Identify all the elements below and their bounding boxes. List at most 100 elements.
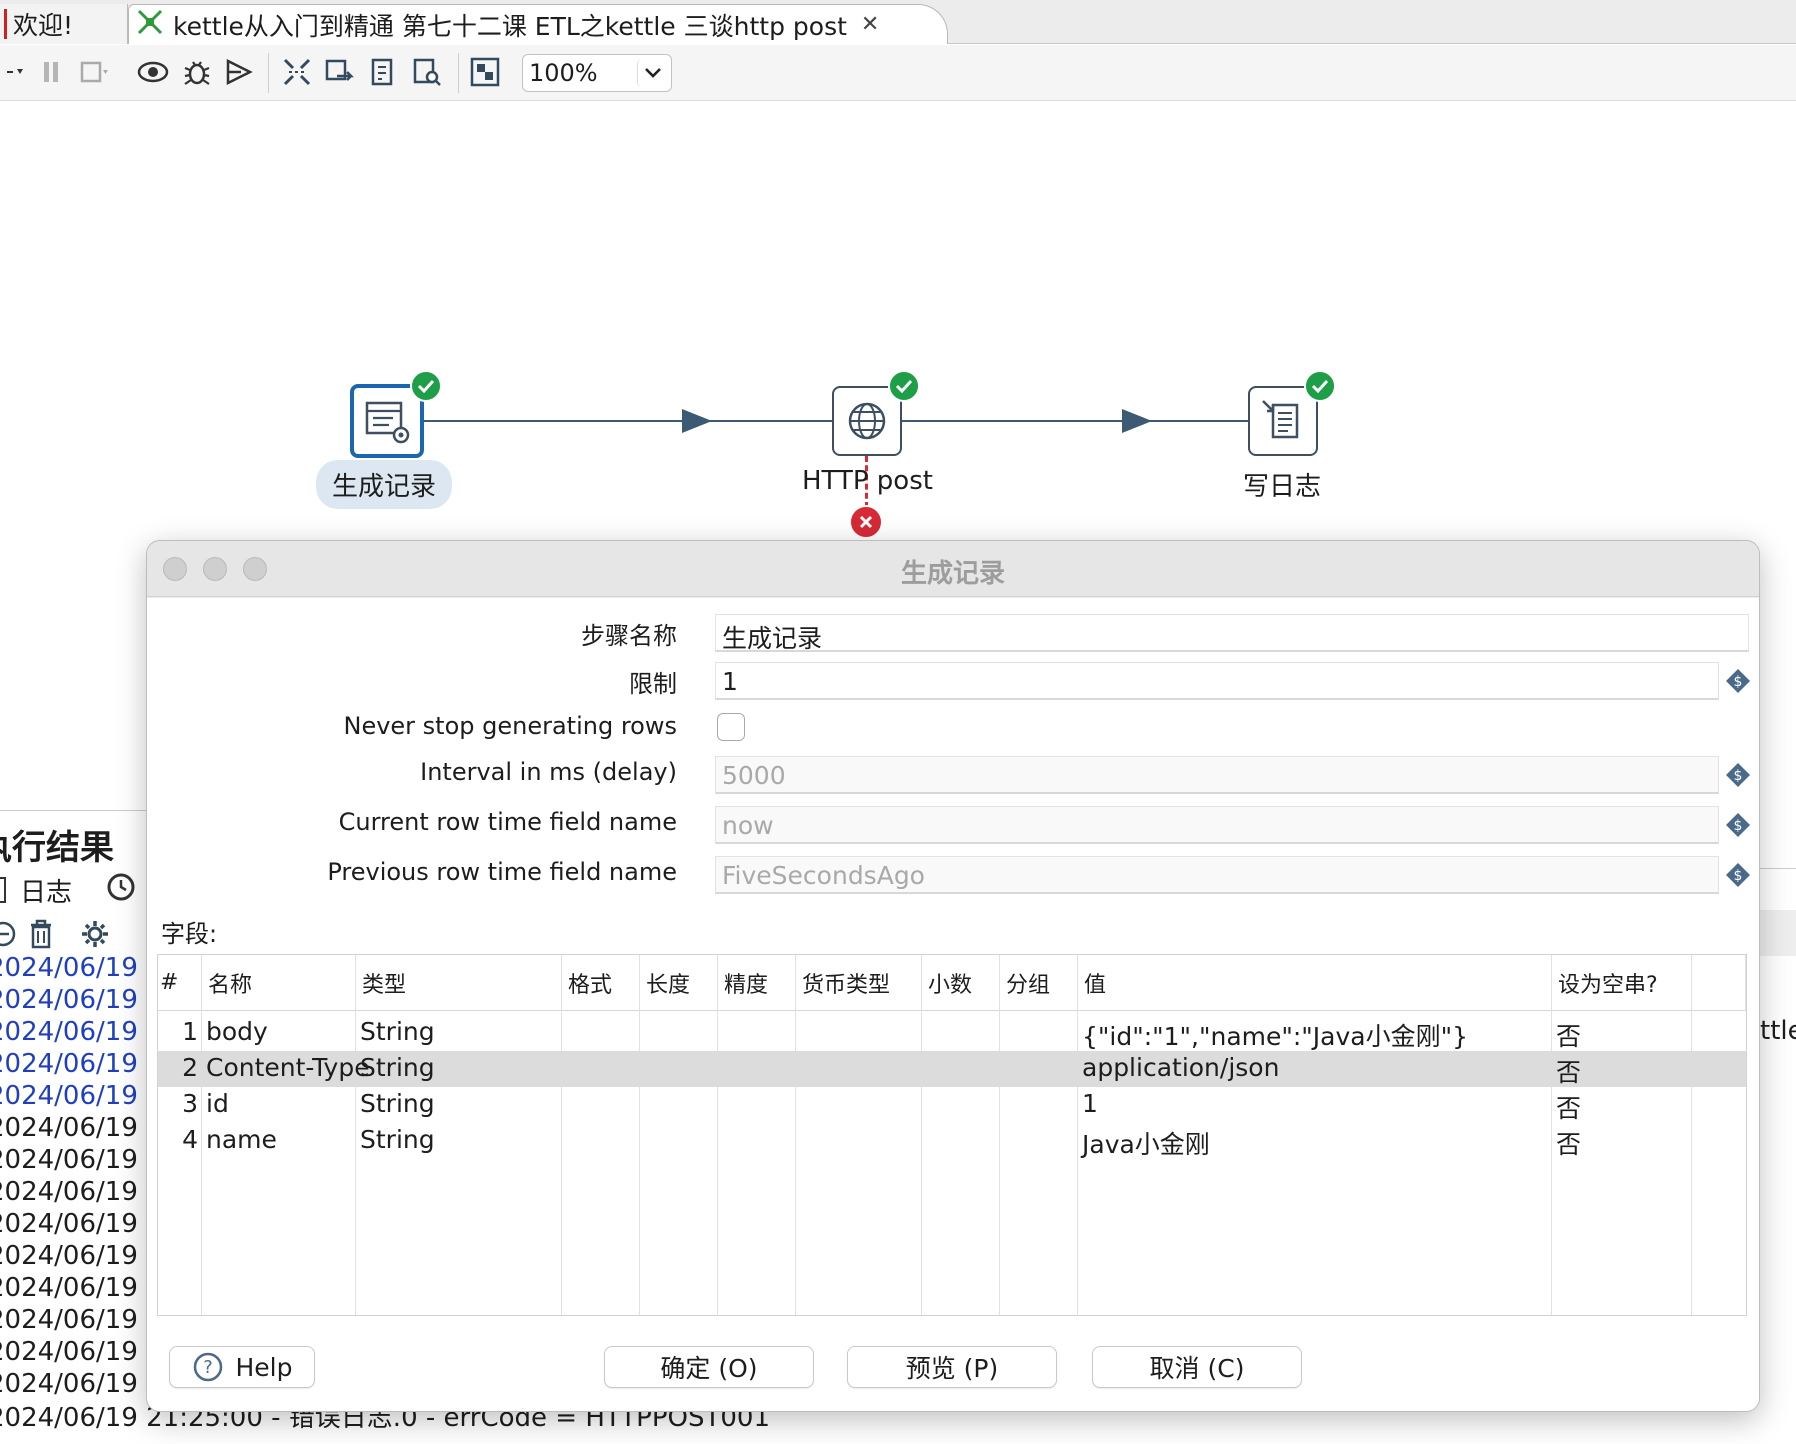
variable-icon[interactable]: $: [1725, 762, 1751, 788]
log-line: 2024/06/19 21: [0, 1113, 146, 1143]
variable-icon[interactable]: $: [1725, 668, 1751, 694]
run-dropdown-icon[interactable]: [0, 55, 34, 89]
table-row[interactable]: 3 id String 1 否: [158, 1087, 1746, 1123]
hop-arrow: [1122, 409, 1152, 433]
limit-input[interactable]: 1: [715, 662, 1719, 700]
log-tab-label: 日志: [20, 877, 73, 908]
log-line: 2024/06/19 21: [0, 953, 146, 983]
history-clock-icon[interactable]: [106, 872, 136, 909]
tab-welcome-label: 欢迎!: [13, 11, 74, 40]
never-stop-checkbox[interactable]: [717, 713, 745, 741]
grid-header[interactable]: 格式: [562, 955, 640, 1011]
explore-database-icon[interactable]: [410, 55, 444, 89]
interval-input[interactable]: 5000: [715, 756, 1719, 794]
step-label[interactable]: HTTP post: [802, 466, 933, 496]
zoom-select[interactable]: 100%: [522, 54, 672, 92]
current-row-value: now: [722, 811, 774, 840]
pause-icon[interactable]: [34, 55, 68, 89]
replay-icon[interactable]: [222, 55, 256, 89]
row-number: 3: [182, 1089, 198, 1118]
dialog-titlebar[interactable]: 生成记录: [147, 541, 1759, 597]
ok-button-label: 确定 (O): [660, 1354, 758, 1383]
step-label[interactable]: 生成记录: [316, 460, 453, 509]
log-text-area[interactable]: 2024/06/19 21 2024/06/19 21 2024/06/19 21 2…: [0, 952, 146, 1400]
preview-eye-icon[interactable]: [136, 55, 170, 89]
cell-set-empty[interactable]: 否: [1556, 1017, 1581, 1053]
cell-name[interactable]: body: [206, 1017, 268, 1046]
variable-icon[interactable]: $: [1725, 812, 1751, 838]
never-stop-label: Never stop generating rows: [343, 712, 677, 740]
cell-type[interactable]: String: [360, 1089, 435, 1118]
grid-header[interactable]: 货币类型: [796, 955, 922, 1011]
grid-header[interactable]: 设为空串?: [1552, 955, 1692, 1011]
step-label[interactable]: 写日志: [1222, 466, 1342, 503]
row-number: 1: [182, 1017, 198, 1046]
step-name-label: 步骤名称: [581, 622, 677, 650]
grid-header[interactable]: 类型: [356, 955, 562, 1011]
verify-icon[interactable]: [280, 55, 314, 89]
cell-type[interactable]: String: [360, 1125, 435, 1154]
sql-script-icon[interactable]: [366, 55, 400, 89]
grid-header[interactable]: 分组: [1000, 955, 1078, 1011]
variable-icon[interactable]: $: [1725, 862, 1751, 888]
hop-arrow: [682, 409, 712, 433]
show-results-icon[interactable]: [468, 55, 502, 89]
svg-text:$: $: [1734, 674, 1743, 690]
cell-value[interactable]: 1: [1082, 1089, 1098, 1118]
cell-type[interactable]: String: [360, 1053, 435, 1082]
exec-pane-divider: [0, 810, 146, 811]
ok-button[interactable]: 确定 (O): [604, 1346, 814, 1388]
hop-generate-to-http[interactable]: [422, 420, 832, 422]
cell-value[interactable]: Java小金刚: [1082, 1125, 1210, 1161]
step-name-input[interactable]: 生成记录: [715, 614, 1749, 653]
cell-value[interactable]: {"id":"1","name":"Java小金刚"}: [1082, 1017, 1468, 1053]
table-row[interactable]: 2 Content-Type String application/json 否: [158, 1051, 1746, 1087]
grid-header[interactable]: 小数: [922, 955, 1000, 1011]
log-line: 2024/06/19 21: [0, 1273, 146, 1303]
table-row[interactable]: 1 body String {"id":"1","name":"Java小金刚"…: [158, 1015, 1746, 1051]
interval-value: 5000: [722, 761, 786, 790]
log-line: 2024/06/19 21: [0, 1369, 146, 1399]
tab-transformation[interactable]: kettle从入门到精通 第七十二课 ETL之kettle 三谈http pos…: [128, 4, 948, 44]
preview-button[interactable]: 预览 (P): [847, 1346, 1057, 1388]
close-tab-icon[interactable]: ✕: [861, 12, 879, 37]
svg-text:$: $: [1734, 818, 1743, 834]
cell-type[interactable]: String: [360, 1017, 435, 1046]
grid-header[interactable]: #: [158, 955, 202, 1011]
grid-header[interactable]: 长度: [640, 955, 718, 1011]
chevron-down-icon[interactable]: [637, 59, 667, 87]
fields-grid[interactable]: # 名称 类型 格式 长度 精度 货币类型 小数 分组 值 设为空串? 1 bo…: [157, 954, 1747, 1316]
grid-header[interactable]: 精度: [718, 955, 796, 1011]
cell-set-empty[interactable]: 否: [1556, 1125, 1581, 1161]
help-button[interactable]: ? Help: [169, 1346, 315, 1388]
cancel-button[interactable]: 取消 (C): [1092, 1346, 1302, 1388]
editor-tab-bar: 欢迎! kettle从入门到精通 第七十二课 ETL之kettle 三谈http…: [0, 0, 1796, 44]
hop-http-to-log[interactable]: [902, 420, 1248, 422]
trash-icon[interactable]: [28, 919, 54, 953]
cell-set-empty[interactable]: 否: [1556, 1089, 1581, 1125]
debug-bug-icon[interactable]: [180, 55, 214, 89]
cell-name[interactable]: name: [206, 1125, 277, 1154]
current-row-input[interactable]: now: [715, 806, 1719, 844]
dialog-title: 生成记录: [900, 559, 1005, 589]
ok-check-icon: [1304, 370, 1336, 402]
cell-value[interactable]: application/json: [1082, 1053, 1279, 1082]
grid-header[interactable]: 名称: [202, 955, 356, 1011]
toolbar-separator: [458, 53, 459, 93]
stop-icon[interactable]: [76, 55, 110, 89]
impact-analysis-icon[interactable]: [322, 55, 356, 89]
transformation-toolbar: 100%: [0, 45, 1796, 101]
cell-name[interactable]: id: [206, 1089, 229, 1118]
tab-welcome[interactable]: 欢迎!: [0, 4, 128, 44]
cell-name[interactable]: Content-Type: [206, 1053, 370, 1082]
gear-icon[interactable]: [80, 919, 110, 953]
previous-row-input[interactable]: FiveSecondsAgo: [715, 856, 1719, 894]
tab-log[interactable]: 日志: [0, 870, 146, 910]
right-pane-divider: [1760, 868, 1796, 869]
cell-set-empty[interactable]: 否: [1556, 1053, 1581, 1089]
table-row[interactable]: 4 name String Java小金刚 否: [158, 1123, 1746, 1159]
row-number: 4: [182, 1125, 198, 1154]
grid-header[interactable]: 值: [1078, 955, 1552, 1011]
limit-value: 1: [722, 667, 738, 696]
clear-log-icon[interactable]: [0, 921, 16, 951]
